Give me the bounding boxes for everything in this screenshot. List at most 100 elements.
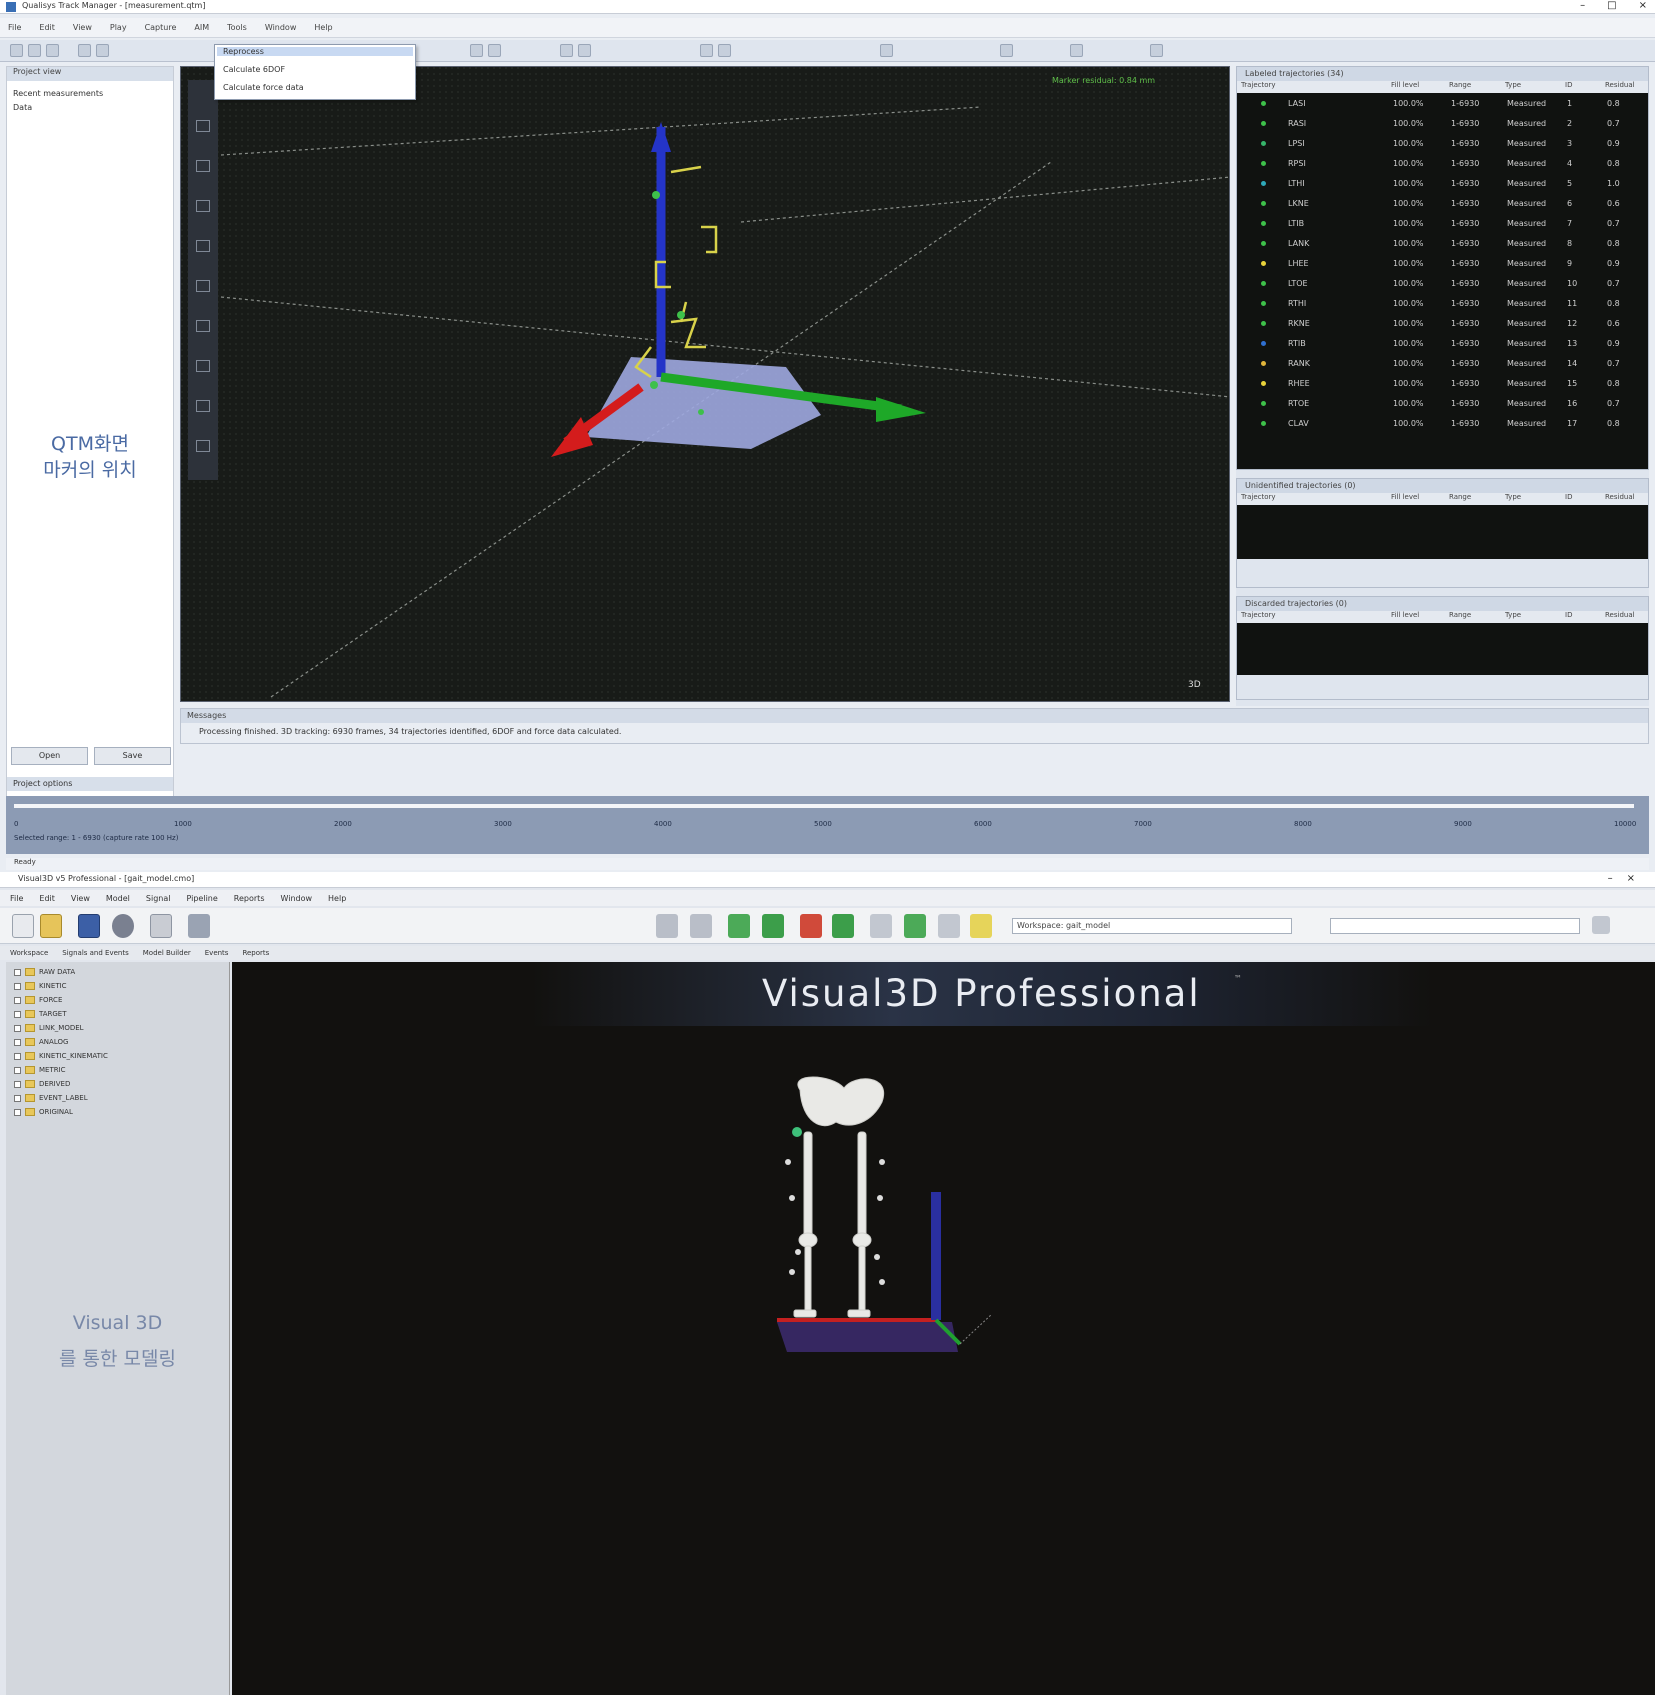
- new-file-icon[interactable]: [10, 44, 23, 57]
- settings-icon[interactable]: [1070, 44, 1083, 57]
- event-c-icon[interactable]: [938, 914, 960, 938]
- trajectory-row[interactable]: LTOE 100.0% 1-6930 Measured 10 0.7: [1237, 273, 1648, 293]
- view-3d-icon[interactable]: [700, 44, 713, 57]
- col-id[interactable]: ID: [1565, 493, 1605, 505]
- tree-node[interactable]: DERIVED: [14, 1078, 70, 1090]
- reprocess-icon[interactable]: [1000, 44, 1013, 57]
- expand-icon[interactable]: [14, 1052, 21, 1060]
- minimize-button[interactable]: –: [1580, 0, 1585, 11]
- tree-node[interactable]: EVENT_LABEL: [14, 1092, 88, 1104]
- col-fill[interactable]: Fill level: [1391, 81, 1449, 93]
- menu-tools[interactable]: Tools: [227, 23, 247, 32]
- expand-icon[interactable]: [14, 982, 21, 990]
- segment-green-icon[interactable]: [728, 914, 750, 938]
- menu-item-reprocess[interactable]: Reprocess: [217, 47, 413, 56]
- trajectory-row[interactable]: RTIB 100.0% 1-6930 Measured 13 0.9: [1237, 333, 1648, 353]
- project-open-button[interactable]: Open: [11, 747, 88, 765]
- trajectory-row[interactable]: RTHI 100.0% 1-6930 Measured 11 0.8: [1237, 293, 1648, 313]
- tree-node[interactable]: METRIC: [14, 1064, 66, 1076]
- menu-edit[interactable]: Edit: [39, 23, 55, 32]
- tree-node[interactable]: FORCE: [14, 994, 62, 1006]
- lightbulb-icon[interactable]: [970, 914, 992, 938]
- center-view-icon[interactable]: [196, 360, 210, 372]
- col-trajectory[interactable]: Trajectory: [1241, 81, 1391, 93]
- open-file-icon[interactable]: [28, 44, 41, 57]
- maximize-button[interactable]: □: [1607, 0, 1616, 11]
- expand-icon[interactable]: [14, 1080, 21, 1088]
- filter-field[interactable]: [1330, 918, 1580, 934]
- col-residual[interactable]: Residual: [1605, 493, 1645, 505]
- menu-window[interactable]: Window: [265, 23, 297, 32]
- v3d-menu-file[interactable]: File: [10, 894, 23, 903]
- v3d-menu-pipeline[interactable]: Pipeline: [186, 894, 217, 903]
- signal-b-icon[interactable]: [690, 914, 712, 938]
- v3d-menu-help[interactable]: Help: [328, 894, 346, 903]
- v3d-3d-viewport[interactable]: Visual3D Professional ™: [232, 962, 1655, 1695]
- play-icon[interactable]: [470, 44, 483, 57]
- v3d-minimize-button[interactable]: –: [1608, 873, 1613, 884]
- timeline-control[interactable]: 0 1000 2000 3000 4000 5000 6000 7000 8000 9000 100…: [6, 796, 1649, 854]
- trajectory-row[interactable]: RTOE 100.0% 1-6930 Measured 16 0.7: [1237, 393, 1648, 413]
- unidentified-table[interactable]: [1237, 505, 1648, 559]
- calibrate-icon[interactable]: [880, 44, 893, 57]
- step-forward-icon[interactable]: [578, 44, 591, 57]
- trajectory-row[interactable]: RANK 100.0% 1-6930 Measured 14 0.7: [1237, 353, 1648, 373]
- event-a-icon[interactable]: [870, 914, 892, 938]
- col-trajectory[interactable]: Trajectory: [1241, 611, 1391, 623]
- project-row-data[interactable]: Data: [13, 103, 32, 112]
- menu-item-calculate-force[interactable]: Calculate force data: [223, 83, 304, 92]
- v3d-menu-view[interactable]: View: [71, 894, 90, 903]
- rotate-view-icon[interactable]: [196, 120, 210, 132]
- bone-icon[interactable]: [196, 320, 210, 332]
- report-icon[interactable]: [150, 914, 172, 938]
- tree-node[interactable]: TARGET: [14, 1008, 67, 1020]
- qtm-3d-viewport[interactable]: [180, 66, 1230, 702]
- tree-node[interactable]: KINETIC_KINEMATIC: [14, 1050, 108, 1062]
- trajectory-row[interactable]: RASI 100.0% 1-6930 Measured 2 0.7: [1237, 113, 1648, 133]
- v3d-menu-window[interactable]: Window: [280, 894, 312, 903]
- col-range[interactable]: Range: [1449, 493, 1505, 505]
- col-type[interactable]: Type: [1505, 493, 1565, 505]
- expand-icon[interactable]: [14, 996, 21, 1004]
- discarded-table[interactable]: [1237, 623, 1648, 675]
- col-residual[interactable]: Residual: [1605, 611, 1645, 623]
- expand-icon[interactable]: [14, 1108, 21, 1116]
- go-icon[interactable]: [1592, 916, 1610, 934]
- expand-icon[interactable]: [14, 1038, 21, 1046]
- v3d-menu-reports[interactable]: Reports: [234, 894, 265, 903]
- trajectory-row[interactable]: RKNE 100.0% 1-6930 Measured 12 0.6: [1237, 313, 1648, 333]
- expand-icon[interactable]: [14, 1094, 21, 1102]
- event-b-icon[interactable]: [904, 914, 926, 938]
- trajectory-row[interactable]: LASI 100.0% 1-6930 Measured 1 0.8: [1237, 93, 1648, 113]
- view-2d-icon[interactable]: [718, 44, 731, 57]
- menu-view[interactable]: View: [73, 23, 92, 32]
- translate-view-icon[interactable]: [196, 160, 210, 172]
- menu-help[interactable]: Help: [314, 23, 332, 32]
- signal-a-icon[interactable]: [656, 914, 678, 938]
- close-button[interactable]: ×: [1639, 0, 1647, 11]
- trajectory-row[interactable]: LPSI 100.0% 1-6930 Measured 3 0.9: [1237, 133, 1648, 153]
- col-fill[interactable]: Fill level: [1391, 611, 1449, 623]
- tree-node[interactable]: RAW DATA: [14, 966, 75, 978]
- trajectory-row[interactable]: RHEE 100.0% 1-6930 Measured 15 0.8: [1237, 373, 1648, 393]
- help-icon[interactable]: [1150, 44, 1163, 57]
- workspace-field[interactable]: Workspace: gait_model: [1012, 918, 1292, 934]
- tree-node[interactable]: LINK_MODEL: [14, 1022, 84, 1034]
- v3d-menu-model[interactable]: Model: [106, 894, 130, 903]
- menu-file[interactable]: File: [8, 23, 21, 32]
- capture-icon[interactable]: [78, 44, 91, 57]
- tab-reports[interactable]: Reports: [242, 949, 269, 957]
- trajectory-row[interactable]: LANK 100.0% 1-6930 Measured 8 0.8: [1237, 233, 1648, 253]
- project-row-recent[interactable]: Recent measurements: [13, 89, 103, 98]
- reset-view-icon[interactable]: [196, 440, 210, 452]
- col-range[interactable]: Range: [1449, 611, 1505, 623]
- expand-icon[interactable]: [14, 968, 21, 976]
- pause-icon[interactable]: [488, 44, 501, 57]
- person-red-icon[interactable]: [800, 914, 822, 938]
- tree-node[interactable]: KINETIC: [14, 980, 67, 992]
- col-fill[interactable]: Fill level: [1391, 493, 1449, 505]
- tab-model-builder[interactable]: Model Builder: [143, 949, 191, 957]
- tab-events[interactable]: Events: [205, 949, 229, 957]
- v3d-menu-signal[interactable]: Signal: [146, 894, 171, 903]
- col-residual[interactable]: Residual: [1605, 81, 1645, 93]
